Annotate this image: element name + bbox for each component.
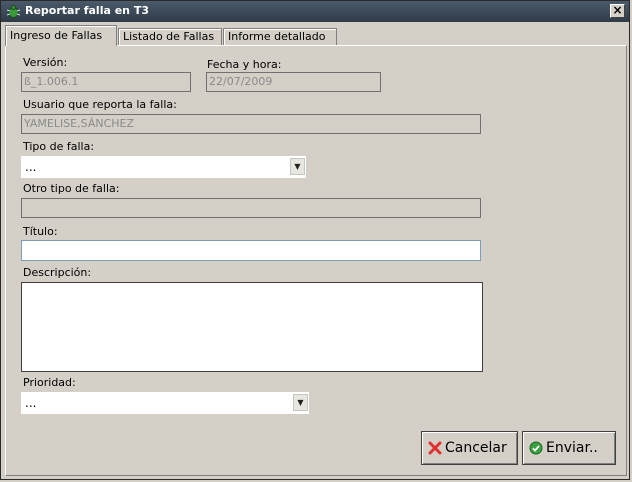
green-check-icon xyxy=(529,441,543,455)
tipo-falla-dropdown[interactable]: ... ▼ xyxy=(21,156,306,178)
tab-informe-detallado[interactable]: Informe detallado xyxy=(223,28,337,45)
cancel-button[interactable]: Cancelar xyxy=(421,431,518,465)
close-button[interactable]: × xyxy=(610,4,625,18)
title-bar[interactable]: Reportar falla en T3 × xyxy=(1,1,629,22)
tab-ingreso-de-fallas[interactable]: Ingreso de Fallas xyxy=(5,25,117,46)
tipo-falla-value: ... xyxy=(25,160,37,174)
chevron-down-icon[interactable]: ▼ xyxy=(293,394,308,411)
send-button-label: Enviar.. xyxy=(546,440,598,456)
titulo-field[interactable] xyxy=(21,240,481,261)
prioridad-value: ... xyxy=(25,396,37,410)
dialog-window: Reportar falla en T3 × Ingreso de Fallas… xyxy=(0,0,630,480)
descripcion-textarea[interactable] xyxy=(21,282,483,372)
window-title: Reportar falla en T3 xyxy=(25,4,150,17)
tab-listado-de-fallas[interactable]: Listado de Fallas xyxy=(118,28,222,45)
bug-icon xyxy=(6,4,21,19)
cancel-button-label: Cancelar xyxy=(445,440,507,456)
prioridad-dropdown[interactable]: ... ▼ xyxy=(21,392,309,414)
descripcion-label: Descripción: xyxy=(23,266,92,279)
fecha-field: 22/07/2009 xyxy=(206,72,381,92)
chevron-down-icon[interactable]: ▼ xyxy=(290,158,305,175)
otro-tipo-label: Otro tipo de falla: xyxy=(23,182,120,195)
red-x-icon xyxy=(428,441,442,455)
fecha-label: Fecha y hora: xyxy=(207,58,282,71)
prioridad-label: Prioridad: xyxy=(23,376,76,389)
version-label: Versión: xyxy=(23,56,68,69)
version-field: ß_1.006.1 xyxy=(21,72,191,92)
usuario-label: Usuario que reporta la falla: xyxy=(23,98,177,111)
usuario-field: YAMELISE,SÁNCHEZ xyxy=(21,114,481,134)
otro-tipo-field[interactable] xyxy=(21,198,481,218)
close-icon: × xyxy=(612,3,623,17)
tab-panel: Versión: ß_1.006.1 Fecha y hora: 22/07/2… xyxy=(5,45,627,476)
tipo-falla-label: Tipo de falla: xyxy=(23,140,95,153)
titulo-label: Título: xyxy=(23,225,58,238)
send-button[interactable]: Enviar.. xyxy=(522,431,616,465)
